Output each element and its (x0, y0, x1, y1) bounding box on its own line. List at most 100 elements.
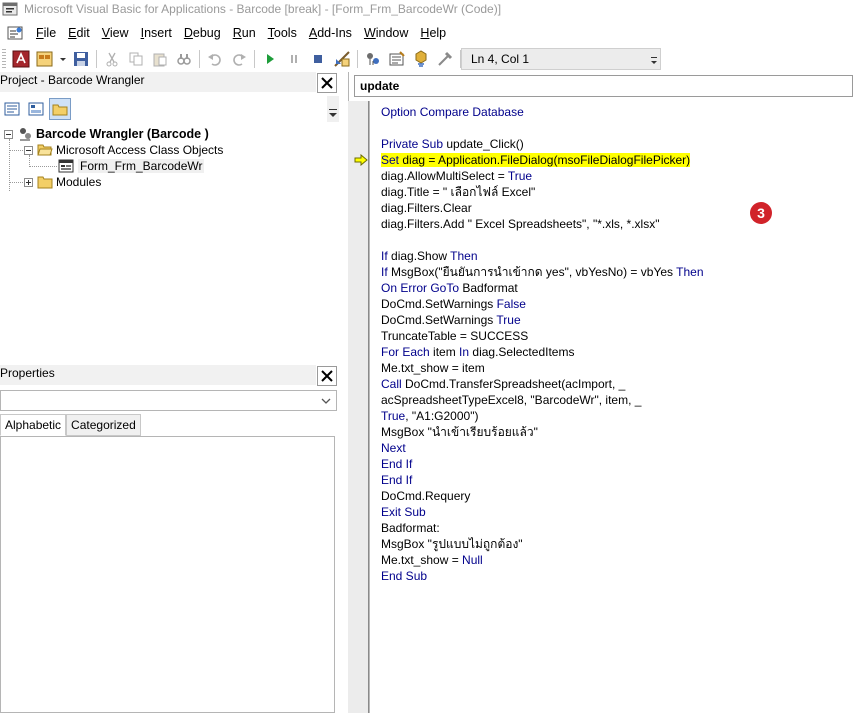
properties-window-icon[interactable] (387, 49, 407, 69)
code-line[interactable]: TruncateTable = SUCCESS (381, 328, 528, 344)
code-line[interactable]: If MsgBox("ยืนยันการนำเข้ากด yes", vbYes… (381, 264, 704, 280)
paste-icon[interactable] (150, 49, 170, 69)
chevron-down-icon (321, 398, 331, 404)
dropdown-arrow-icon[interactable] (59, 49, 67, 69)
code-line[interactable]: DoCmd.Requery (381, 488, 470, 504)
access-view-icon[interactable] (11, 49, 31, 69)
code-line[interactable]: diag.Title = " เลือกไฟล์ Excel" (381, 184, 535, 200)
menu-item[interactable]: Window (358, 22, 414, 44)
procedure-select[interactable]: update (354, 75, 853, 97)
code-line[interactable]: End If (381, 472, 412, 488)
code-text: diag.Title = " เลือกไฟล์ Excel" (381, 185, 536, 199)
copy-icon[interactable] (126, 49, 146, 69)
toolbar-grip[interactable] (2, 49, 6, 69)
code-line[interactable]: End Sub (381, 568, 427, 584)
code-line[interactable]: True, "A1:G2000") (381, 408, 478, 424)
undo-icon[interactable] (205, 49, 225, 69)
collapse-icon[interactable] (4, 129, 13, 139)
reset-icon[interactable] (308, 49, 328, 69)
form-module-icon (58, 159, 74, 173)
code-keyword: Next (381, 441, 406, 455)
code-keyword: False (496, 297, 526, 311)
procedure-select-value: update (360, 79, 400, 93)
code-keyword: Then (450, 249, 478, 263)
code-line[interactable]: Call DoCmd.TransferSpreadsheet(acImport,… (381, 376, 625, 392)
pane-splitter[interactable] (339, 72, 347, 713)
code-text: DoCmd.SetWarnings (381, 313, 497, 327)
tree-guide-line (9, 139, 10, 191)
cut-icon[interactable] (102, 49, 122, 69)
menu-item[interactable]: Insert (135, 22, 178, 44)
run-icon[interactable] (260, 49, 280, 69)
toolbox-icon[interactable] (435, 49, 455, 69)
menu-label: un (241, 26, 256, 40)
find-icon[interactable] (174, 49, 194, 69)
menu-item[interactable]: Help (414, 22, 452, 44)
code-line[interactable]: acSpreadsheetTypeExcel8, "BarcodeWr", it… (381, 392, 641, 408)
insert-userform-icon[interactable] (35, 49, 55, 69)
project-pane-title: Project - Barcode Wrangler (0, 72, 316, 92)
view-object-icon[interactable] (25, 98, 47, 120)
pane-splitter-horizontal[interactable] (0, 356, 339, 364)
code-line[interactable]: Set diag = Application.FileDialog(msoFil… (381, 152, 691, 168)
code-line[interactable]: MsgBox "นำเข้าเรียบร้อยแล้ว" (381, 424, 538, 440)
project-close-button[interactable] (317, 73, 337, 93)
menu-item[interactable]: Run (227, 22, 262, 44)
code-line[interactable]: Option Compare Database (381, 104, 524, 120)
properties-close-button[interactable] (317, 366, 337, 386)
code-text: diag = Application.FileDialog(msoFileDia… (402, 153, 691, 167)
code-line[interactable]: Next (381, 440, 406, 456)
tree-node-class-objects[interactable]: Microsoft Access Class Objects (24, 142, 223, 158)
object-browser-icon[interactable] (411, 49, 431, 69)
code-text: diag.Show (391, 249, 451, 263)
tree-node-modules[interactable]: Modules (24, 174, 101, 190)
code-line[interactable]: End If (381, 456, 412, 472)
tree-node-project[interactable]: Barcode Wrangler (Barcode ) (4, 126, 209, 142)
code-line[interactable]: diag.Filters.Clear (381, 200, 472, 216)
code-line[interactable]: If diag.Show Then (381, 248, 478, 264)
code-line[interactable]: Badformat: (381, 520, 440, 536)
code-line[interactable]: Private Sub update_Click() (381, 136, 524, 152)
menu-item[interactable]: File (30, 22, 62, 44)
menu-item[interactable]: Add-Ins (303, 22, 358, 44)
code-line[interactable]: On Error GoTo Badformat (381, 280, 518, 296)
tree-guide-line (9, 182, 25, 183)
code-line[interactable]: DoCmd.SetWarnings False (381, 296, 526, 312)
menu-item[interactable]: Tools (262, 22, 303, 44)
folder-open-icon (37, 144, 53, 156)
properties-list[interactable] (0, 436, 335, 713)
project-toolbar-overflow[interactable] (327, 96, 339, 122)
code-line[interactable]: diag.Filters.Add " Excel Spreadsheets", … (381, 216, 659, 232)
toggle-folders-icon[interactable] (49, 98, 71, 120)
code-keyword: Set (381, 153, 403, 167)
code-line[interactable]: For Each item In diag.SelectedItems (381, 344, 574, 360)
tab-categorized[interactable]: Categorized (66, 414, 141, 436)
view-code-icon[interactable] (1, 98, 23, 120)
code-line[interactable]: DoCmd.SetWarnings True (381, 312, 521, 328)
close-icon (321, 77, 333, 89)
break-icon[interactable] (284, 49, 304, 69)
project-toolbar (0, 96, 340, 122)
code-line[interactable]: MsgBox "รูปแบบไม่ถูกต้อง" (381, 536, 523, 552)
redo-icon[interactable] (229, 49, 249, 69)
design-mode-icon[interactable] (332, 49, 352, 69)
tree-node-form[interactable]: Form_Frm_BarcodeWr (58, 158, 205, 174)
code-editor[interactable]: Option Compare Database Private Sub updat… (376, 104, 853, 713)
margin-indicator-bar[interactable] (348, 101, 370, 713)
save-icon[interactable] (71, 49, 91, 69)
expand-icon[interactable] (24, 177, 33, 187)
code-window-icon[interactable] (6, 25, 24, 41)
code-text: Me.txt_show = (381, 553, 463, 567)
code-line[interactable]: diag.AllowMultiSelect = True (381, 168, 532, 184)
properties-object-select[interactable] (0, 390, 337, 411)
code-line[interactable]: Me.txt_show = Null (381, 552, 483, 568)
tab-alphabetic[interactable]: Alphabetic (0, 414, 67, 436)
toolbar-overflow-icon[interactable] (651, 55, 657, 65)
project-explorer-icon[interactable] (363, 49, 383, 69)
collapse-icon[interactable] (24, 145, 33, 155)
menu-item[interactable]: Edit (62, 22, 96, 44)
menu-item[interactable]: View (96, 22, 135, 44)
code-line[interactable]: Me.txt_show = item (381, 360, 485, 376)
menu-item[interactable]: Debug (178, 22, 227, 44)
code-line[interactable]: Exit Sub (381, 504, 426, 520)
